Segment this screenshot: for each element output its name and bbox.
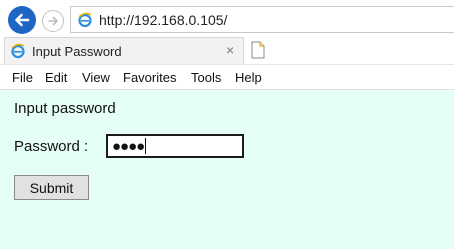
close-icon[interactable]: × [226,42,234,58]
menu-view[interactable]: View [82,70,110,85]
tab-bar: Input Password × [0,36,454,64]
password-label: Password : [14,138,89,155]
address-bar-row: http://192.168.0.105/ [0,0,454,36]
forward-button[interactable] [42,10,64,32]
tab-title: Input Password [32,44,122,59]
page-heading: Input password [14,100,116,117]
password-input[interactable]: ●●●● [106,134,244,158]
menu-tools[interactable]: Tools [191,70,221,85]
back-button[interactable] [8,6,36,34]
menu-bar: File Edit View Favorites Tools Help [0,64,454,90]
text-caret [145,138,147,154]
forward-arrow-icon [48,16,58,26]
new-tab-icon [251,41,265,59]
page-content: Input password Password : ●●●● Submit [0,90,454,249]
url-text: http://192.168.0.105/ [99,12,228,28]
back-arrow-icon [15,13,30,27]
password-masked-value: ●●●● [112,137,145,155]
submit-button[interactable]: Submit [14,175,89,200]
menu-edit[interactable]: Edit [45,70,67,85]
menu-file[interactable]: File [12,70,33,85]
menu-favorites[interactable]: Favorites [123,70,176,85]
internet-explorer-icon [78,12,92,28]
tab-input-password[interactable]: Input Password × [4,37,244,64]
new-tab-button[interactable] [248,39,268,61]
address-bar[interactable]: http://192.168.0.105/ [70,6,454,33]
internet-explorer-icon [11,43,25,59]
menu-help[interactable]: Help [235,70,262,85]
